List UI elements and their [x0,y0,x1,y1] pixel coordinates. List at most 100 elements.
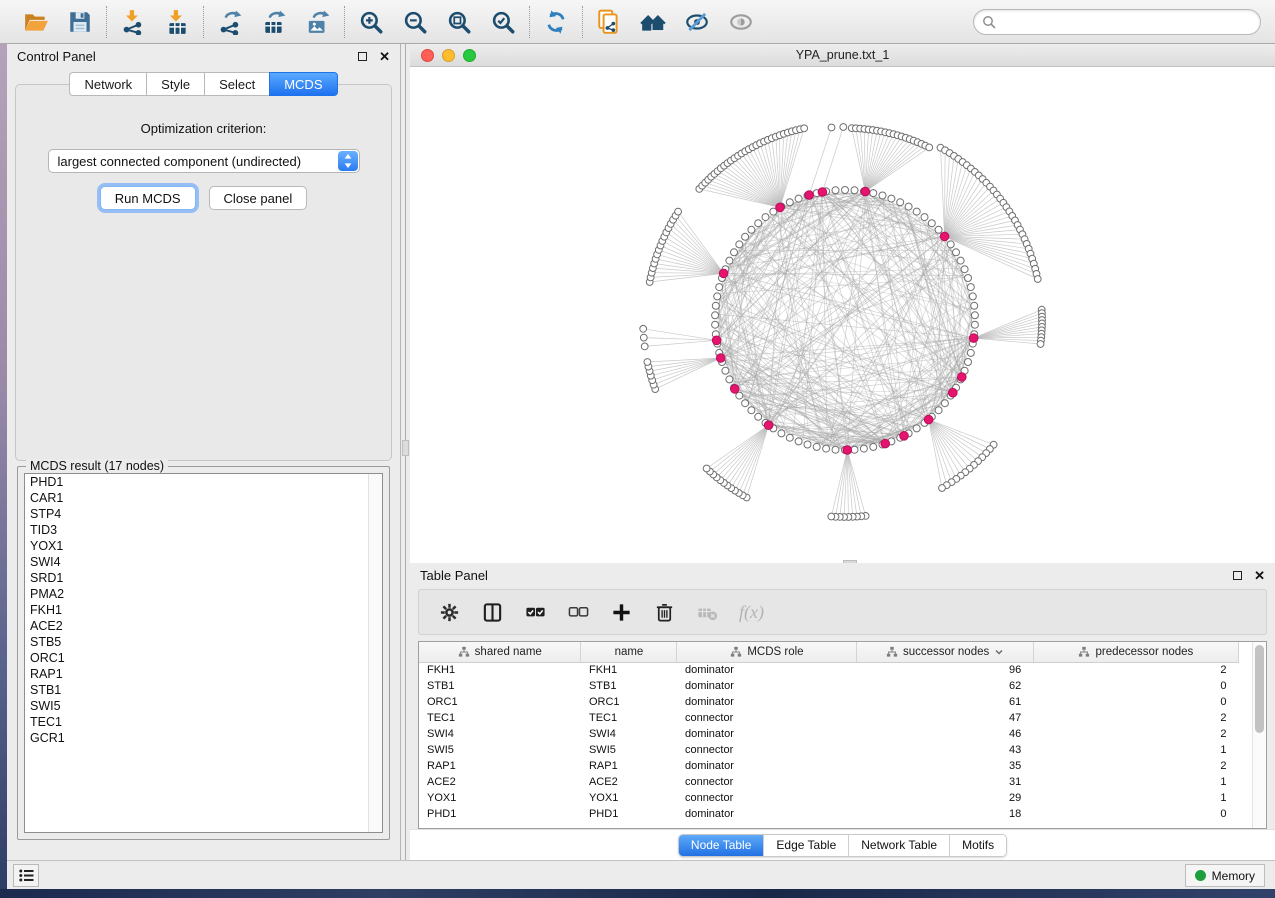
table-row[interactable]: TEC1TEC1connector472 [419,710,1239,726]
mcds-result-item[interactable]: SWI5 [25,698,382,714]
graph-leaf-node[interactable] [1034,276,1041,283]
hide-selection-icon[interactable] [683,8,711,36]
network-titlebar[interactable]: YPA_prune.txt_1 [410,44,1275,67]
graph-node[interactable] [965,359,972,366]
graph-node[interactable] [935,226,942,233]
mcds-result-item[interactable]: STB5 [25,634,382,650]
graph-node[interactable] [755,220,762,227]
graph-leaf-node[interactable] [840,124,847,131]
tab-edge-table[interactable]: Edge Table [764,835,849,856]
table-row[interactable]: ORC1ORC1dominator610 [419,694,1239,710]
zoom-fit-icon[interactable] [445,8,473,36]
graph-node[interactable] [971,312,978,319]
mcds-result-item[interactable]: STP4 [25,506,382,522]
float-panel-icon[interactable] [358,52,367,61]
add-column-icon[interactable] [610,601,632,623]
graph-leaf-node[interactable] [926,144,933,151]
graph-leaf-node[interactable] [1037,341,1044,348]
graph-node[interactable] [870,443,877,450]
first-neighbors-icon[interactable] [639,8,667,36]
close-panel-icon[interactable]: ✕ [379,50,390,63]
criterion-select[interactable]: largest connected component (undirected) [48,149,360,173]
graph-node[interactable] [870,190,877,197]
mcds-hub-node[interactable] [764,421,773,430]
graph-leaf-node[interactable] [675,208,682,215]
mcds-hub-node[interactable] [712,336,721,345]
graph-node[interactable] [712,312,719,319]
graph-node[interactable] [716,284,723,291]
graph-node[interactable] [748,407,755,414]
import-network-icon[interactable] [119,8,147,36]
mcds-result-item[interactable]: SRD1 [25,570,382,586]
save-session-icon[interactable] [66,8,94,36]
table-row[interactable]: SWI5SWI5connector431 [419,742,1239,758]
mcds-result-item[interactable]: ORC1 [25,650,382,666]
graph-node[interactable] [832,446,839,453]
graph-leaf-node[interactable] [640,325,647,332]
zoom-in-icon[interactable] [357,8,385,36]
deselect-all-rows-icon[interactable] [567,601,589,623]
mcds-hub-node[interactable] [969,334,978,343]
graph-node[interactable] [731,249,738,256]
graph-node[interactable] [969,293,976,300]
tab-node-table[interactable]: Node Table [679,835,765,856]
network-from-selection-icon[interactable] [595,8,623,36]
table-scrollbar-thumb[interactable] [1255,645,1264,733]
mcds-hub-node[interactable] [900,432,909,441]
graph-node[interactable] [961,266,968,273]
graph-leaf-node[interactable] [641,343,648,350]
graph-node[interactable] [897,199,904,206]
delete-columns-icon[interactable] [653,601,675,623]
graph-node[interactable] [953,249,960,256]
tab-motifs[interactable]: Motifs [950,835,1006,856]
graph-node[interactable] [928,220,935,227]
mcds-list-scrollbar[interactable] [368,474,382,832]
graph-node[interactable] [879,192,886,199]
mcds-hub-node[interactable] [958,373,967,382]
mcds-result-item[interactable]: TID3 [25,522,382,538]
table-row[interactable]: PHD1PHD1dominator180 [419,806,1239,822]
task-history-button[interactable] [13,864,39,887]
table-row[interactable]: FKH1FKH1dominator962 [419,662,1239,678]
graph-node[interactable] [813,443,820,450]
graph-node[interactable] [967,284,974,291]
table-row[interactable]: RAP1RAP1dominator352 [419,758,1239,774]
graph-leaf-node[interactable] [828,124,835,131]
select-all-rows-icon[interactable] [524,601,546,623]
table-row[interactable]: SWI4SWI4dominator462 [419,726,1239,742]
graph-node[interactable] [935,407,942,414]
graph-node[interactable] [736,241,743,248]
mcds-hub-node[interactable] [805,191,814,200]
import-table-icon[interactable] [163,8,191,36]
graph-node[interactable] [888,195,895,202]
network-canvas[interactable] [410,67,1275,563]
mcds-result-item[interactable]: PHD1 [25,474,382,490]
column-header-MCDS-role[interactable]: MCDS role [677,642,857,662]
graph-node[interactable] [748,226,755,233]
graph-node[interactable] [712,321,719,328]
mcds-result-item[interactable]: CAR1 [25,490,382,506]
graph-node[interactable] [742,233,749,240]
mcds-hub-node[interactable] [861,187,870,196]
mcds-hub-node[interactable] [949,388,958,397]
search-input[interactable] [973,9,1261,35]
graph-node[interactable] [842,187,849,194]
column-header-shared-name[interactable]: shared name [419,642,581,662]
graph-leaf-node[interactable] [703,465,710,472]
mcds-result-item[interactable]: PMA2 [25,586,382,602]
close-panel-button[interactable]: Close panel [209,186,308,210]
graph-node[interactable] [778,430,785,437]
graph-node[interactable] [941,400,948,407]
mcds-hub-node[interactable] [719,269,728,278]
mcds-result-item[interactable]: TEC1 [25,714,382,730]
table-row[interactable]: YOX1YOX1connector291 [419,790,1239,806]
graph-node[interactable] [823,445,830,452]
show-all-icon[interactable] [727,8,755,36]
graph-node[interactable] [726,257,733,264]
graph-leaf-node[interactable] [640,334,647,341]
export-network-icon[interactable] [216,8,244,36]
mcds-hub-node[interactable] [776,203,785,212]
tab-select[interactable]: Select [204,72,269,96]
mcds-result-item[interactable]: ACE2 [25,618,382,634]
mcds-result-item[interactable]: STB1 [25,682,382,698]
